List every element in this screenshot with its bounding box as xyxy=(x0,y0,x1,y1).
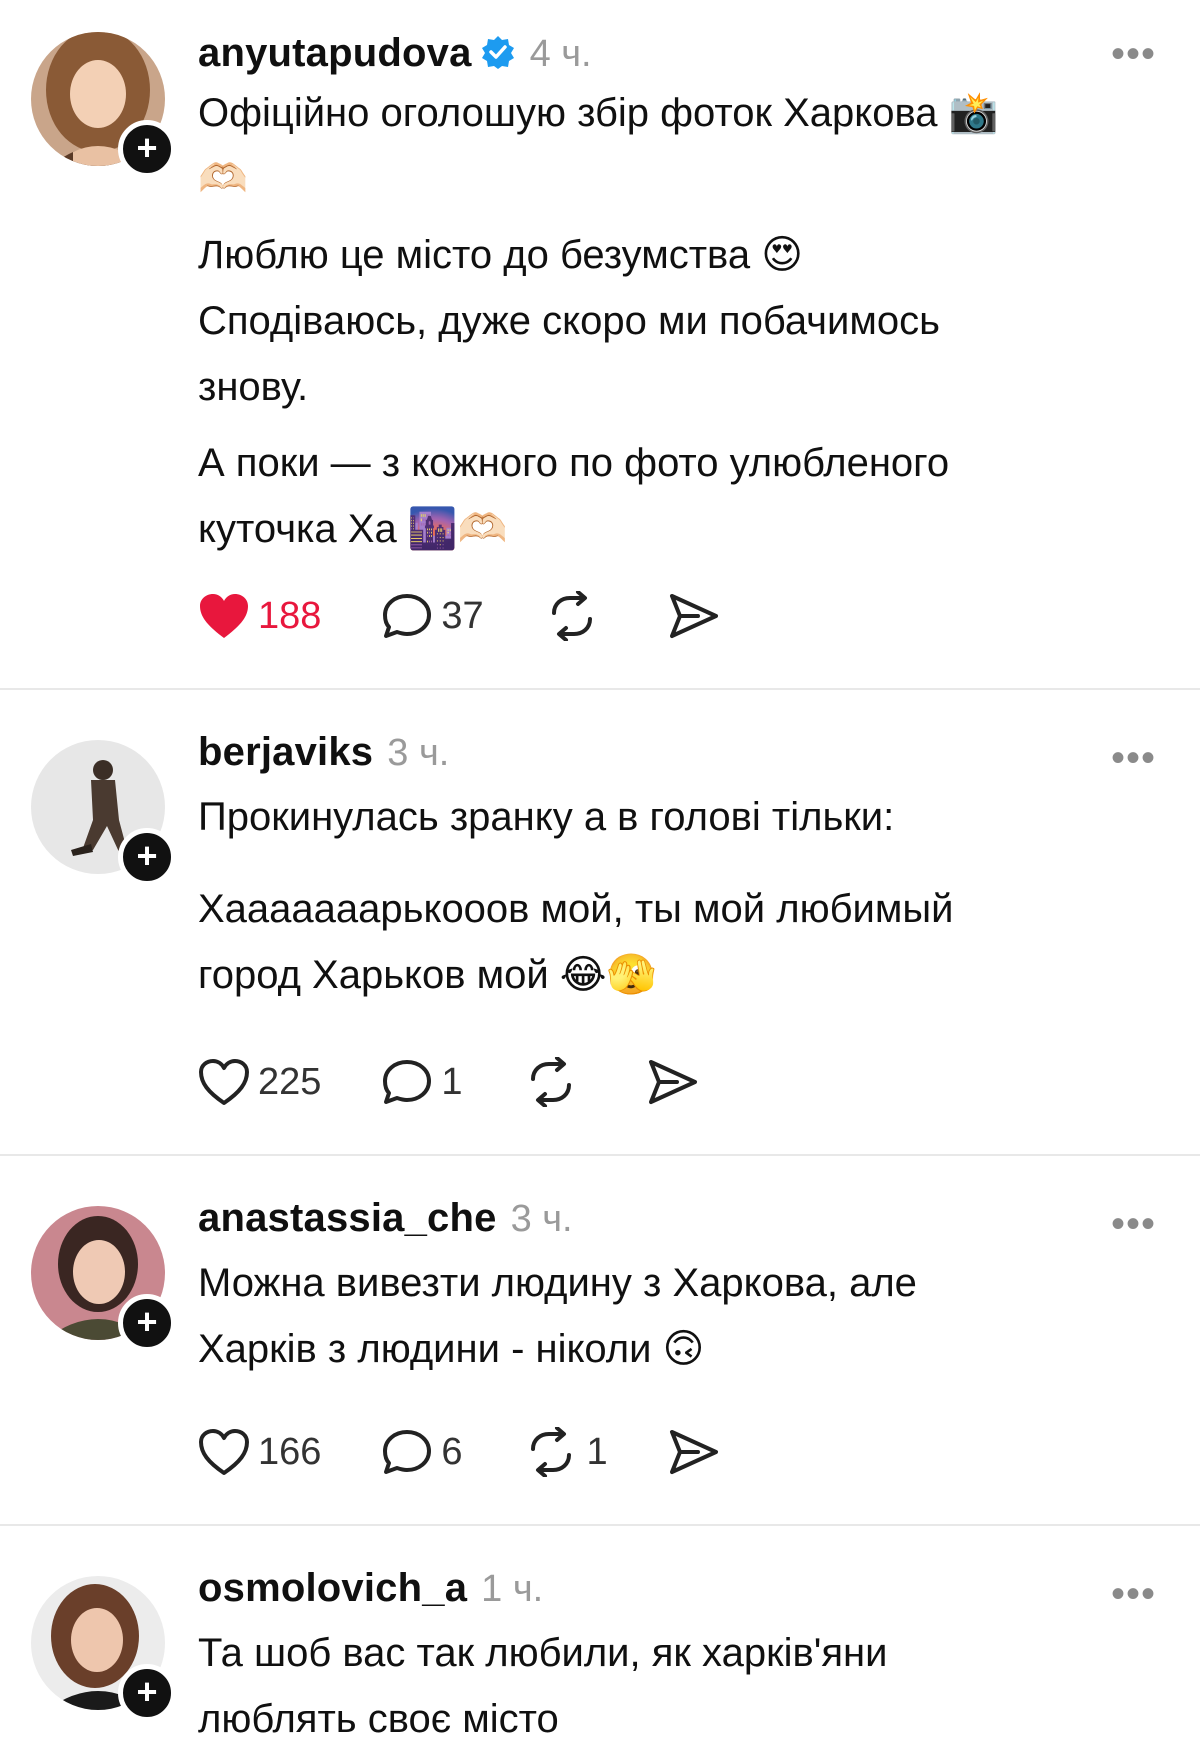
follow-button[interactable]: + xyxy=(118,120,176,178)
post-4: + osmolovich_a 1 ч. ••• Та шоб вас так л… xyxy=(0,1526,1200,1751)
username[interactable]: anyutapudova xyxy=(198,31,472,76)
share-icon xyxy=(669,594,718,638)
more-options-icon[interactable]: ••• xyxy=(1111,34,1156,74)
text-line: Харків з людини - ніколи 🙃 xyxy=(198,1327,705,1371)
text-line: Люблю це місто до безумства 😍 xyxy=(198,233,803,277)
text-line: Офіційно оголошую збір фоток Харкова 📸 xyxy=(198,91,999,135)
text-line: Прокинулась зранку а в голові тільки: xyxy=(198,795,895,839)
verified-badge-icon xyxy=(480,34,516,70)
comment-count: 6 xyxy=(441,1430,463,1473)
share-icon xyxy=(669,1430,718,1474)
text-line: Хааааааарькооов мой, ты мой любимый xyxy=(198,887,954,931)
post-header: anastassia_che 3 ч. xyxy=(198,1196,573,1246)
comment-icon xyxy=(383,1430,432,1474)
text-line: Та шоб вас так любили, як харків'яни xyxy=(198,1631,888,1675)
repost-button[interactable] xyxy=(544,591,608,641)
like-button[interactable]: 188 xyxy=(198,592,321,640)
post-header: anyutapudova 4 ч. xyxy=(198,30,592,80)
repost-icon xyxy=(551,591,592,641)
post-time: 4 ч. xyxy=(529,33,592,75)
post-1: + anyutapudova 4 ч. ••• Офіційно оголошу… xyxy=(0,0,1200,690)
text-line: люблять своє місто xyxy=(198,1697,559,1741)
comment-button[interactable]: 1 xyxy=(381,1058,463,1106)
post-time: 3 ч. xyxy=(387,732,450,774)
like-count: 166 xyxy=(258,1430,322,1473)
like-button[interactable]: 225 xyxy=(198,1058,321,1106)
post-actions: 166 6 1 xyxy=(198,1424,780,1480)
post-time: 3 ч. xyxy=(510,1198,573,1240)
post-text: Офіційно оголошую збір фоток Харкова 📸 🫶… xyxy=(198,80,1158,562)
post-header: berjaviks 3 ч. xyxy=(198,730,449,780)
follow-button[interactable]: + xyxy=(118,1294,176,1352)
post-text: Можна вивезти людину з Харкова, але Харк… xyxy=(198,1250,1158,1382)
post-2: + berjaviks 3 ч. ••• Прокинулась зранку … xyxy=(0,690,1200,1154)
like-button[interactable]: 166 xyxy=(198,1428,321,1476)
share-button[interactable] xyxy=(668,592,720,640)
like-count: 225 xyxy=(258,1060,322,1103)
username[interactable]: osmolovich_a xyxy=(198,1566,467,1611)
comment-count: 37 xyxy=(441,594,484,637)
post-actions: 225 1 xyxy=(198,1054,759,1110)
repost-button[interactable]: 1 xyxy=(523,1427,608,1477)
like-count: 188 xyxy=(258,594,322,637)
more-options-icon[interactable]: ••• xyxy=(1111,1204,1156,1244)
text-line: Сподіваюсь, дуже скоро ми побачимось xyxy=(198,299,940,343)
more-options-icon[interactable]: ••• xyxy=(1111,738,1156,778)
text-line: Можна вивезти людину з Харкова, але xyxy=(198,1261,917,1305)
heart-icon xyxy=(199,1059,249,1105)
username[interactable]: berjaviks xyxy=(198,730,373,775)
share-icon xyxy=(648,1060,697,1104)
comment-icon xyxy=(383,594,432,638)
share-button[interactable] xyxy=(668,1428,720,1476)
comment-button[interactable]: 6 xyxy=(381,1428,463,1476)
heart-icon xyxy=(200,594,248,638)
repost-icon xyxy=(530,1427,571,1477)
comment-button[interactable]: 37 xyxy=(381,592,484,640)
text-line: куточка Ха 🌆🫶🏻 xyxy=(198,507,508,551)
follow-button[interactable]: + xyxy=(118,828,176,886)
post-actions: 188 37 xyxy=(198,588,780,644)
more-options-icon[interactable]: ••• xyxy=(1111,1574,1156,1614)
text-line: знову. xyxy=(198,365,309,409)
follow-button[interactable]: + xyxy=(118,1664,176,1722)
repost-count: 1 xyxy=(586,1430,608,1473)
username[interactable]: anastassia_che xyxy=(198,1196,497,1241)
post-time: 1 ч. xyxy=(481,1568,544,1610)
repost-icon xyxy=(530,1057,571,1107)
share-button[interactable] xyxy=(647,1058,699,1106)
text-line: 🫶🏻 xyxy=(198,157,248,201)
repost-button[interactable] xyxy=(523,1057,587,1107)
text-line: город Харьков мой 😂🫣 xyxy=(198,953,657,997)
comment-icon xyxy=(383,1060,432,1104)
post-text: Та шоб вас так любили, як харків'яни люб… xyxy=(198,1620,1158,1752)
post-text: Прокинулась зранку а в голові тільки: Ха… xyxy=(198,784,1158,1008)
comment-count: 1 xyxy=(441,1060,463,1103)
text-line: А поки — з кожного по фото улюбленого xyxy=(198,441,950,485)
post-header: osmolovich_a 1 ч. xyxy=(198,1566,543,1616)
post-3: + anastassia_che 3 ч. ••• Можна вивезти … xyxy=(0,1156,1200,1524)
heart-icon xyxy=(199,1429,249,1475)
